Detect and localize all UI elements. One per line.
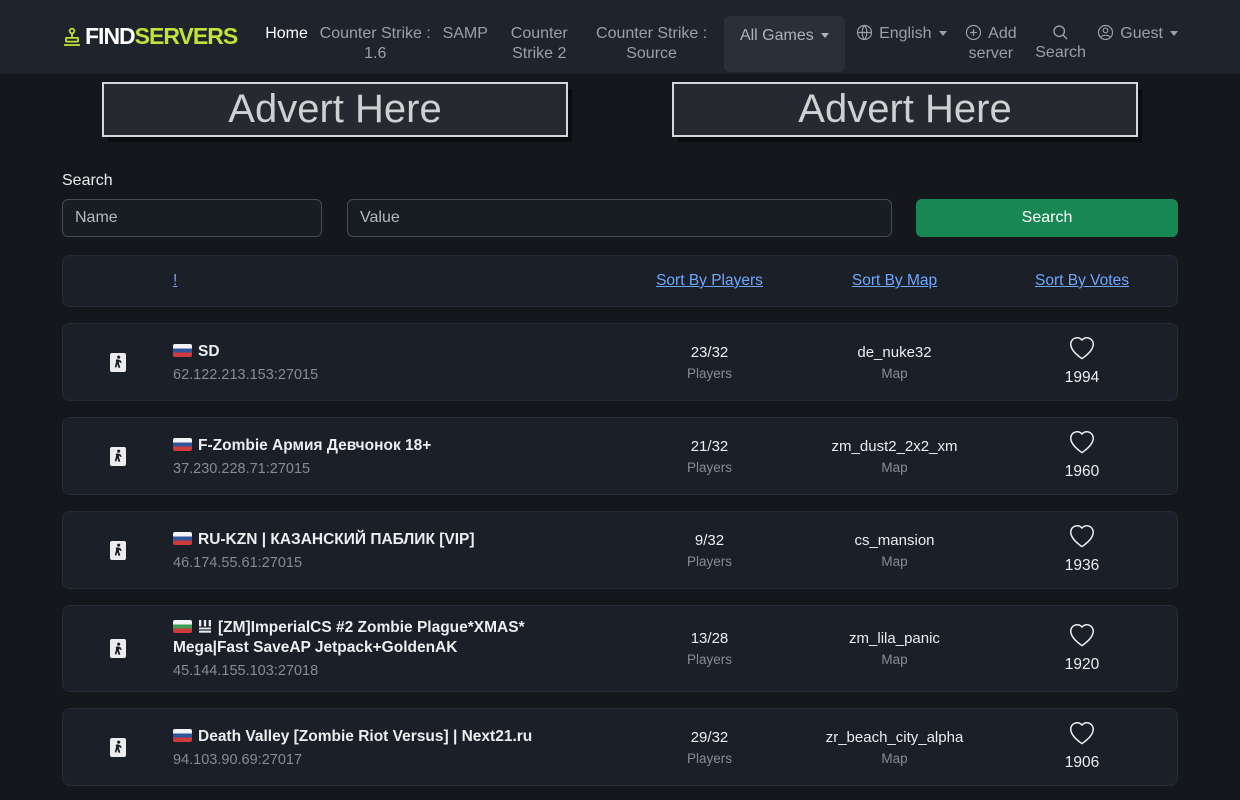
server-ip: 62.122.213.153:27015 xyxy=(173,367,593,383)
sort-by-map-link[interactable]: Sort By Map xyxy=(802,272,987,290)
nav-home[interactable]: Home xyxy=(265,24,308,72)
player-count: 13/28 xyxy=(617,630,802,647)
guest-label: Guest xyxy=(1120,25,1163,42)
brand-servers: SERVERS xyxy=(135,23,238,50)
server-ip: 46.174.55.61:27015 xyxy=(173,555,593,571)
main-nav: Home Counter Strike : 1.6 SAMP Counter S… xyxy=(265,0,1178,72)
advert-banner-right[interactable]: Advert Here xyxy=(672,82,1138,137)
search-panel-label: Search xyxy=(62,172,1178,190)
server-name: [ZM]ImperialCS #2 Zombie Plague*XMAS* Me… xyxy=(173,619,525,656)
name-input[interactable] xyxy=(62,199,322,237)
server-row[interactable]: [ZM]ImperialCS #2 Zombie Plague*XMAS* Me… xyxy=(62,605,1178,692)
advert-banner-left[interactable]: Advert Here xyxy=(102,82,568,137)
server-row[interactable]: RU-KZN | КАЗАНСКИЙ ПАБЛИК [VIP] 46.174.5… xyxy=(62,511,1178,589)
person-circle-icon xyxy=(1097,24,1114,41)
map-label: Map xyxy=(802,366,987,381)
sort-by-votes-link[interactable]: Sort By Votes xyxy=(987,272,1177,290)
list-header: ! Sort By Players Sort By Map Sort By Vo… xyxy=(62,255,1178,307)
nav-counter-strike-source[interactable]: Counter Strike : Source xyxy=(591,24,713,72)
plus-circle-icon xyxy=(965,24,982,41)
navbar: FINDSERVERS Home Counter Strike : 1.6 SA… xyxy=(0,0,1240,74)
vote-count: 1906 xyxy=(987,754,1177,772)
player-count: 21/32 xyxy=(617,438,802,455)
cs16-game-icon xyxy=(110,447,126,466)
value-input[interactable] xyxy=(347,199,892,237)
server-row[interactable]: SD 62.122.213.153:27015 23/32 Players de_… xyxy=(62,323,1178,401)
server-list: ! Sort By Players Sort By Map Sort By Vo… xyxy=(0,255,1240,786)
map-label: Map xyxy=(802,652,987,667)
server-row[interactable]: Death Valley [Zombie Riot Versus] | Next… xyxy=(62,708,1178,786)
heart-vote-icon[interactable] xyxy=(1070,337,1094,366)
map-label: Map xyxy=(802,460,987,475)
player-count: 9/32 xyxy=(617,532,802,549)
bulgaria-flag-icon xyxy=(173,620,192,633)
guest-dropdown[interactable]: Guest xyxy=(1097,24,1178,72)
vote-count: 1994 xyxy=(987,369,1177,387)
brand-find: FIND xyxy=(85,23,135,50)
server-name: Death Valley [Zombie Riot Versus] | Next… xyxy=(198,728,532,745)
russia-flag-icon xyxy=(173,729,192,742)
chevron-down-icon xyxy=(821,33,829,38)
cs16-game-icon xyxy=(110,541,126,560)
server-row[interactable]: F-Zombie Армия Девчонок 18+ 37.230.228.7… xyxy=(62,417,1178,495)
map-name: zm_lila_panic xyxy=(802,630,987,647)
player-count: 23/32 xyxy=(617,344,802,361)
all-games-label: All Games xyxy=(740,27,814,44)
player-count: 29/32 xyxy=(617,729,802,746)
joystick-icon xyxy=(62,27,82,47)
server-ip: 45.144.155.103:27018 xyxy=(173,663,593,679)
search-panel: Search Search xyxy=(0,172,1240,237)
language-dropdown[interactable]: English xyxy=(856,24,946,72)
nav-search-label: Search xyxy=(1035,44,1086,61)
heart-vote-icon[interactable] xyxy=(1070,722,1094,751)
players-label: Players xyxy=(617,460,802,475)
heart-vote-icon[interactable] xyxy=(1070,624,1094,653)
all-games-dropdown[interactable]: All Games xyxy=(724,16,845,72)
advert-banners: Advert Here Advert Here xyxy=(0,74,1240,137)
vote-count: 1936 xyxy=(987,557,1177,575)
server-ip: 37.230.228.71:27015 xyxy=(173,461,593,477)
russia-flag-icon xyxy=(173,438,192,451)
map-name: zm_dust2_2x2_xm xyxy=(802,438,987,455)
globe-icon xyxy=(856,24,873,41)
map-name: de_nuke32 xyxy=(802,344,987,361)
map-name: cs_mansion xyxy=(802,532,987,549)
chevron-down-icon xyxy=(1170,31,1178,36)
players-label: Players xyxy=(617,366,802,381)
players-label: Players xyxy=(617,652,802,667)
nav-samp[interactable]: SAMP xyxy=(443,24,488,72)
server-name: F-Zombie Армия Девчонок 18+ xyxy=(198,437,431,454)
cs16-game-icon xyxy=(110,353,126,372)
sort-by-players-link[interactable]: Sort By Players xyxy=(617,272,802,290)
vote-count: 1920 xyxy=(987,656,1177,674)
russia-flag-icon xyxy=(173,344,192,357)
cs16-game-icon xyxy=(110,738,126,757)
server-name: SD xyxy=(198,343,220,360)
alert-link[interactable]: ! xyxy=(173,272,177,290)
russia-flag-icon xyxy=(173,532,192,545)
search-icon xyxy=(1052,24,1069,41)
crown-icon xyxy=(198,620,212,633)
nav-counter-strike-2[interactable]: Counter Strike 2 xyxy=(499,24,579,72)
server-name: RU-KZN | КАЗАНСКИЙ ПАБЛИК [VIP] xyxy=(198,531,475,548)
heart-vote-icon[interactable] xyxy=(1070,431,1094,460)
nav-add-server[interactable]: Add server xyxy=(958,24,1024,72)
nav-counter-strike-1-6[interactable]: Counter Strike : 1.6 xyxy=(319,24,431,72)
brand-logo[interactable]: FINDSERVERS xyxy=(62,23,237,50)
players-label: Players xyxy=(617,554,802,569)
heart-vote-icon[interactable] xyxy=(1070,525,1094,554)
map-name: zr_beach_city_alpha xyxy=(802,729,987,746)
map-label: Map xyxy=(802,554,987,569)
players-label: Players xyxy=(617,751,802,766)
search-button[interactable]: Search xyxy=(916,199,1178,237)
chevron-down-icon xyxy=(939,31,947,36)
cs16-game-icon xyxy=(110,639,126,658)
map-label: Map xyxy=(802,751,987,766)
server-ip: 94.103.90.69:27017 xyxy=(173,752,593,768)
language-label: English xyxy=(879,25,931,42)
vote-count: 1960 xyxy=(987,463,1177,481)
nav-search[interactable]: Search xyxy=(1035,24,1086,72)
